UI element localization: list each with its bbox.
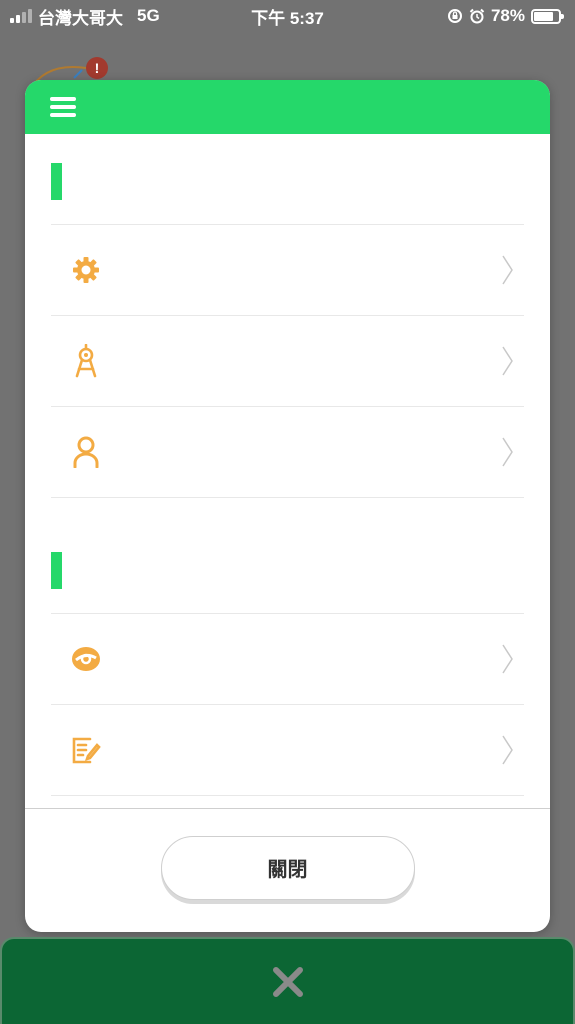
modal-header (25, 80, 550, 134)
chevron-right-icon (502, 644, 513, 674)
menu-section-2 (25, 523, 550, 796)
signal-icon (10, 9, 32, 23)
user-icon (69, 435, 103, 469)
menu-item-settings[interactable] (51, 225, 524, 316)
gear-icon (69, 253, 103, 287)
menu-icon[interactable] (50, 97, 76, 117)
orientation-lock-icon (447, 9, 462, 23)
alert-badge: ! (86, 57, 108, 79)
link-icon (69, 642, 103, 676)
menu-item-compass[interactable] (51, 316, 524, 407)
close-icon[interactable] (271, 965, 305, 999)
carrier-name: 台灣大哥大 (38, 8, 123, 28)
close-button[interactable]: 關閉 (160, 835, 415, 900)
bottom-close-bar[interactable] (0, 937, 575, 1024)
menu-item-link[interactable] (51, 614, 524, 705)
status-left: 台灣大哥大 5G (10, 4, 160, 29)
modal-footer: 關閉 (25, 808, 550, 932)
menu-modal: 關閉 (25, 80, 550, 932)
chevron-right-icon (502, 437, 513, 467)
status-right: 78% (447, 6, 564, 26)
battery-fill (534, 11, 553, 21)
chevron-right-icon (502, 255, 513, 285)
section-marker (51, 551, 62, 589)
section-header (51, 523, 524, 614)
battery-percent: 78% (490, 6, 525, 25)
chevron-right-icon (502, 346, 513, 376)
compass-icon (69, 344, 103, 378)
status-bar: 台灣大哥大 5G 下午 5:37 78% (0, 0, 575, 32)
section-marker (51, 162, 62, 200)
status-time: 下午 5:37 (251, 8, 324, 28)
edit-note-icon (69, 733, 103, 767)
menu-section-1 (25, 134, 550, 498)
chevron-right-icon (502, 735, 513, 765)
section-header (51, 134, 524, 225)
network-type: 5G (137, 6, 160, 25)
menu-item-edit-note[interactable] (51, 705, 524, 796)
alarm-icon (469, 8, 485, 24)
menu-item-user[interactable] (51, 407, 524, 498)
battery-icon (531, 8, 564, 24)
